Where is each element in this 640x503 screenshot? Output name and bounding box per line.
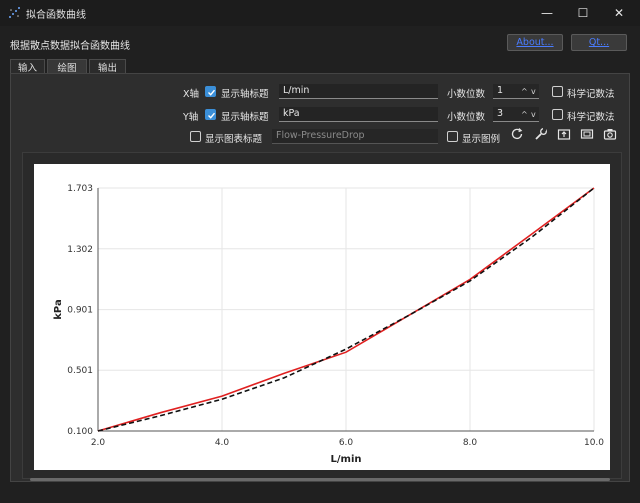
refresh-icon[interactable] — [509, 126, 525, 142]
y-tick-label: 1.302 — [67, 245, 93, 255]
x-scientific-checkbox[interactable] — [552, 86, 563, 97]
tab-plot[interactable]: 绘图 — [47, 59, 87, 74]
y-scientific-checkbox[interactable] — [552, 109, 563, 120]
camera-icon[interactable] — [602, 126, 618, 142]
y-decimals-value: 3 — [497, 108, 504, 119]
x-tick-label: 8.0 — [463, 438, 478, 448]
y-show-title-label: 显示轴标题 — [221, 112, 269, 123]
x-show-title-label: 显示轴标题 — [221, 89, 269, 100]
tab-output[interactable]: 输出 — [89, 59, 126, 74]
x-show-title-checkbox[interactable] — [205, 86, 216, 97]
x-tick-label: 6.0 — [339, 438, 354, 448]
horizontal-scrollbar[interactable] — [30, 478, 610, 481]
x-decimals-label: 小数位数 — [447, 89, 486, 100]
minimize-button[interactable]: — — [529, 0, 565, 26]
page-description: 根据散点数据拟合函数曲线 — [10, 41, 130, 52]
x-tick-label: 2.0 — [91, 438, 106, 448]
fit-view-icon[interactable] — [579, 126, 595, 142]
legend-checkbox[interactable] — [447, 131, 458, 142]
y-decimals-label: 小数位数 — [447, 112, 486, 123]
check-icon — [208, 89, 216, 96]
spin-down-icon[interactable]: v — [531, 85, 536, 99]
x-axis-title-input[interactable]: L/min — [279, 84, 438, 99]
x-decimals-spinbox[interactable]: 1 ^ v — [493, 84, 539, 99]
y-axis-label: Y轴 — [183, 112, 199, 123]
window-title: 拟合函数曲线 — [26, 10, 86, 21]
y-tick-label: 1.703 — [67, 184, 93, 194]
about-qt-button[interactable]: Qt... — [571, 34, 627, 51]
y-axis-title: kPa — [53, 299, 64, 319]
y-tick-label: 0.100 — [67, 427, 93, 437]
y-decimals-spinbox[interactable]: 3 ^ v — [493, 107, 539, 122]
app-icon — [9, 7, 20, 18]
x-tick-label: 10.0 — [584, 438, 604, 448]
tab-input[interactable]: 输入 — [10, 59, 45, 74]
x-decimals-value: 1 — [497, 85, 504, 96]
y-show-title-checkbox[interactable] — [205, 109, 216, 120]
y-tick-label: 0.901 — [67, 306, 93, 316]
maximize-button[interactable]: ☐ — [565, 0, 601, 26]
x-tick-label: 4.0 — [215, 438, 230, 448]
y-tick-label: 0.501 — [67, 366, 93, 376]
chart-title-label: 显示图表标题 — [205, 134, 263, 145]
chart-title-checkbox[interactable] — [190, 131, 201, 142]
spin-down-icon[interactable]: v — [531, 108, 536, 122]
title-bar: 拟合函数曲线 — ☐ ✕ — [0, 0, 640, 26]
x-axis-title: L/min — [331, 454, 362, 465]
about-button[interactable]: About... — [507, 34, 563, 51]
chart-title-input[interactable]: Flow-PressureDrop — [272, 129, 438, 144]
export-icon[interactable] — [556, 126, 572, 142]
check-icon — [208, 112, 216, 119]
chart[interactable]: 2.0 4.0 6.0 8.0 10.0 0.100 0.501 0.901 1.302 1.70… — [34, 164, 610, 470]
legend-label: 显示图例 — [462, 134, 501, 145]
y-axis-title-input[interactable]: kPa — [279, 107, 438, 122]
spin-up-icon[interactable]: ^ — [521, 85, 528, 99]
x-axis-label: X轴 — [183, 89, 200, 100]
x-scientific-label: 科学记数法 — [567, 89, 615, 100]
spin-up-icon[interactable]: ^ — [521, 108, 528, 122]
y-scientific-label: 科学记数法 — [567, 112, 615, 123]
wrench-icon[interactable] — [533, 126, 549, 142]
close-button[interactable]: ✕ — [601, 0, 637, 26]
